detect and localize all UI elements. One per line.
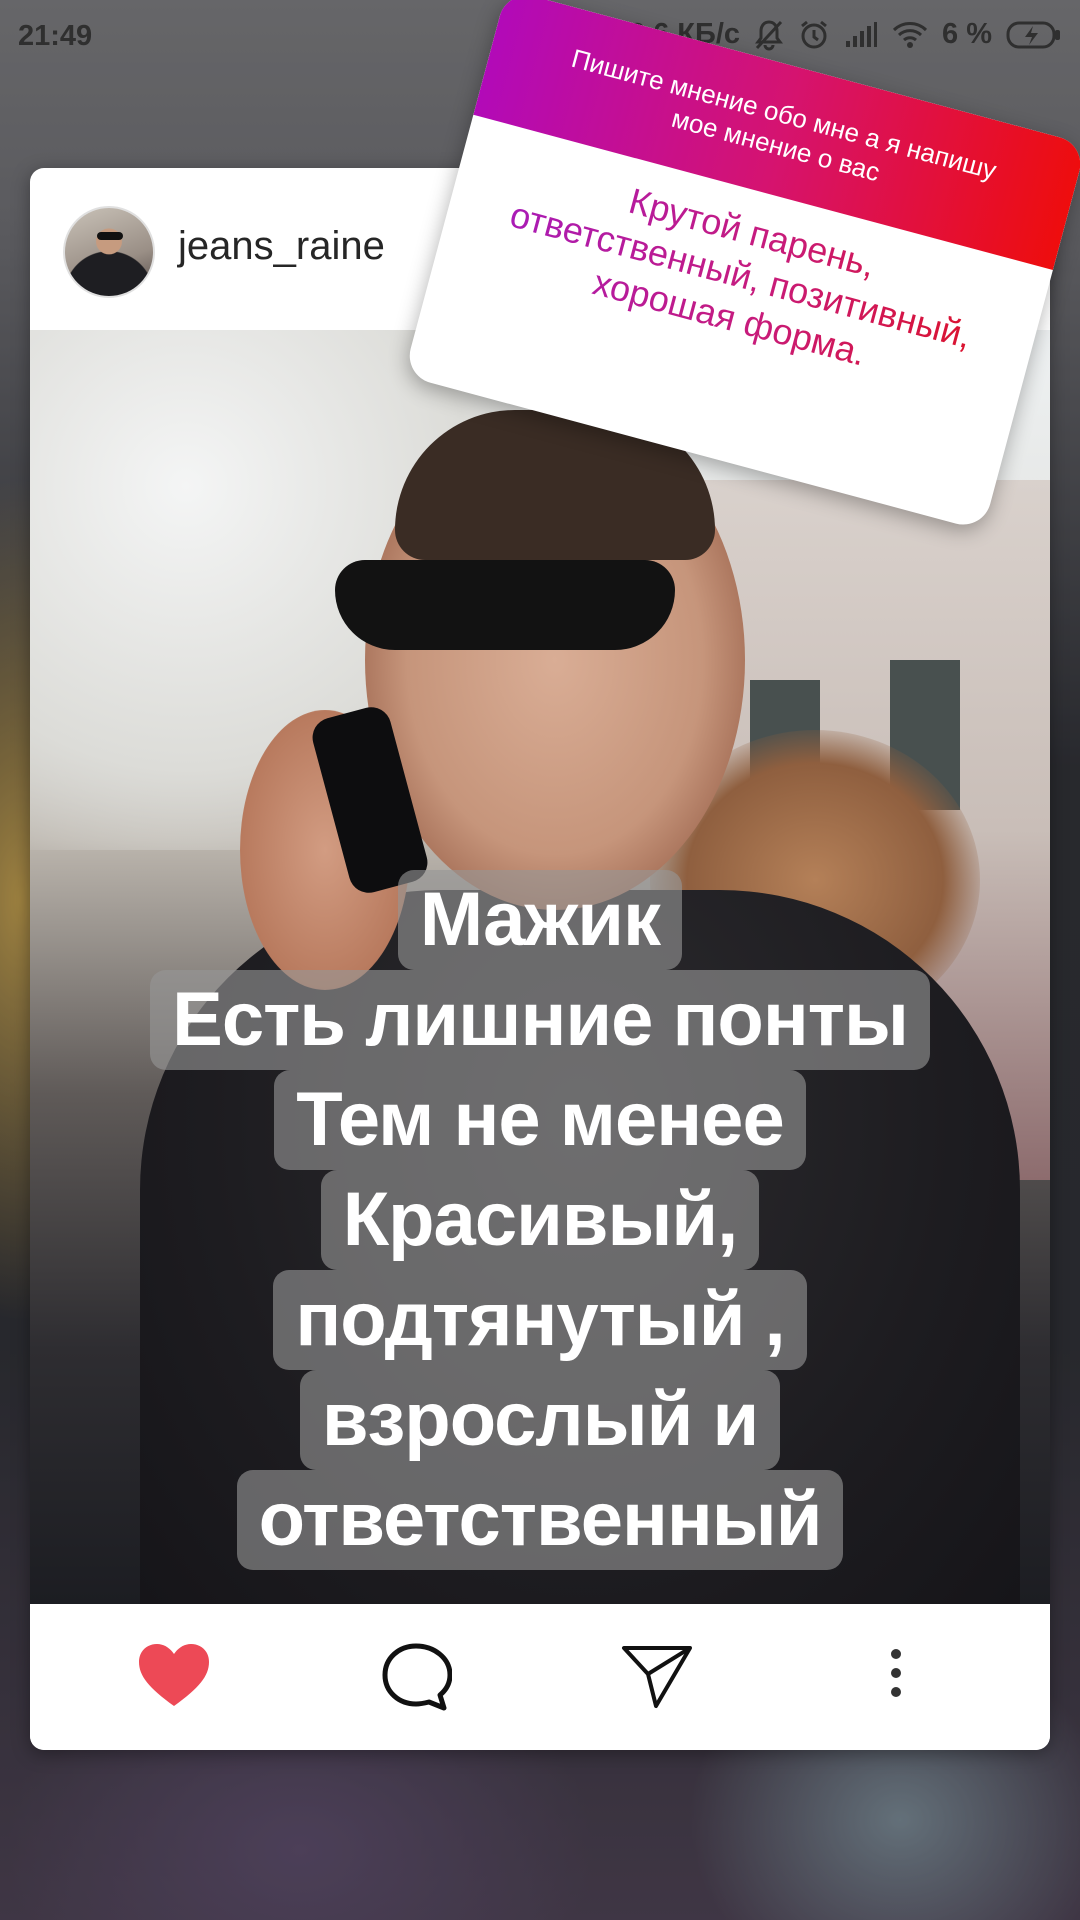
overlay-line: ответственный [236, 1470, 844, 1570]
alarm-icon [798, 19, 830, 51]
overlay-line: Мажик [397, 870, 683, 970]
username[interactable]: jeans_raine [178, 224, 385, 269]
overlay-line: Красивый, [320, 1170, 760, 1270]
status-time: 21:49 [18, 20, 93, 52]
signal-icon [844, 21, 878, 49]
comment-icon[interactable] [380, 1642, 453, 1717]
battery-charging-icon [1006, 20, 1062, 50]
overlay-line: Есть лишние понты [150, 970, 930, 1070]
overlay-line: Тем не менее [274, 1070, 806, 1170]
send-icon[interactable] [620, 1642, 694, 1715]
photo-sunglasses [335, 560, 675, 650]
wifi-icon [892, 21, 928, 49]
overlay-text: Мажик Есть лишние понты Тем не менее Кра… [30, 870, 1050, 1570]
heart-icon[interactable] [137, 1642, 211, 1713]
overlay-line: взрослый и [299, 1370, 781, 1470]
mute-bell-icon [754, 19, 784, 51]
avatar[interactable] [63, 206, 155, 298]
more-icon[interactable] [890, 1648, 902, 1703]
post-actions-bar [30, 1604, 1050, 1750]
overlay-line: подтянутый , [273, 1270, 807, 1370]
battery-percent: 6 % [942, 18, 992, 50]
post-photo: Мажик Есть лишние понты Тем не менее Кра… [30, 330, 1050, 1604]
